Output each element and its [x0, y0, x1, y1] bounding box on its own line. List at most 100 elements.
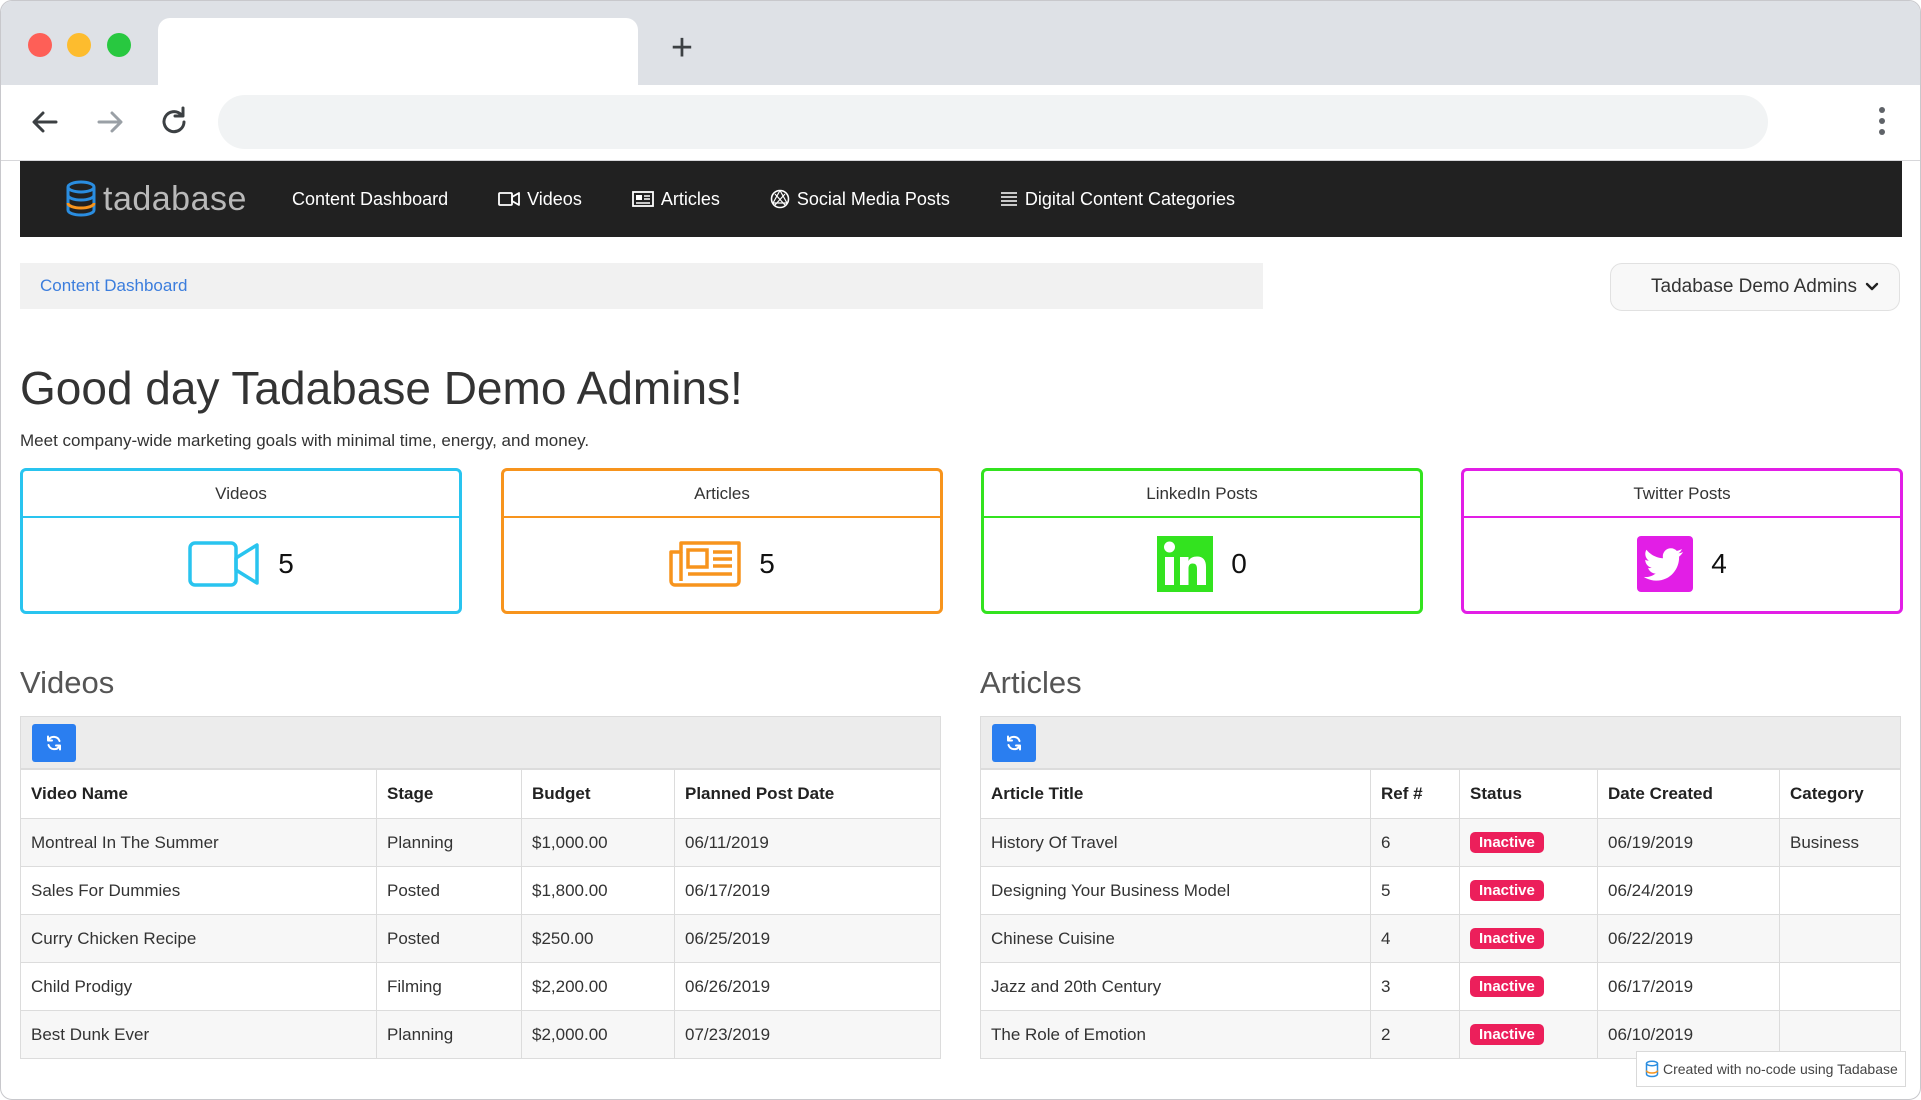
stat-card-count: 0 [1231, 548, 1247, 579]
user-menu-dropdown[interactable]: Tadabase Demo Admins [1610, 263, 1900, 311]
newspaper-icon [631, 191, 654, 207]
column-header[interactable]: Video Name [20, 769, 377, 819]
nav-item-label: Social Media Posts [796, 188, 950, 209]
table-row[interactable]: Best Dunk Ever Planning $2,000.00 07/23/… [20, 1010, 941, 1059]
linkedin-icon [1157, 536, 1214, 592]
nav-item-articles[interactable]: Articles [631, 189, 720, 210]
page-content: tadabase Content Dashboard Videos Articl… [1, 161, 1920, 1099]
forward-arrow-icon[interactable] [93, 105, 127, 139]
table-cell: Planning [376, 818, 522, 867]
column-header[interactable]: Stage [376, 769, 522, 819]
stat-card-linkedin-posts[interactable]: LinkedIn Posts 0 [981, 468, 1423, 614]
table-row[interactable]: History Of Travel 6 Inactive 06/19/2019 … [980, 818, 1901, 867]
video-icon [498, 192, 521, 206]
table-cell: Inactive [1459, 818, 1598, 867]
close-window-button[interactable] [28, 33, 52, 57]
column-header[interactable]: Planned Post Date [674, 769, 941, 819]
new-tab-button[interactable]: + [665, 29, 699, 67]
table-row[interactable]: Curry Chicken Recipe Posted $250.00 06/2… [20, 914, 941, 963]
active-tab[interactable] [158, 18, 638, 85]
column-header[interactable]: Ref # [1370, 769, 1460, 819]
articles-refresh-button[interactable] [992, 724, 1036, 762]
browser-menu-icon[interactable] [1878, 107, 1886, 137]
column-header[interactable]: Status [1459, 769, 1598, 819]
stat-card-videos[interactable]: Videos 5 [20, 468, 462, 614]
user-menu-label: Tadabase Demo Admins [1651, 276, 1857, 297]
table-cell: Inactive [1459, 1010, 1598, 1059]
table-cell: The Role of Emotion [980, 1010, 1371, 1059]
table-cell: 06/22/2019 [1597, 914, 1780, 963]
address-bar[interactable] [218, 95, 1768, 149]
stat-card-articles[interactable]: Articles 5 [501, 468, 943, 614]
stat-card-count: 5 [759, 548, 775, 579]
stat-card-count: 4 [1711, 548, 1727, 579]
database-logo-icon [1645, 1060, 1659, 1078]
table-cell: 2 [1370, 1010, 1460, 1059]
table-row[interactable]: Sales For Dummies Posted $1,800.00 06/17… [20, 866, 941, 915]
column-header[interactable]: Budget [521, 769, 675, 819]
table-cell [1779, 962, 1901, 1011]
nav-item-videos[interactable]: Videos [498, 189, 582, 210]
table-row[interactable]: Designing Your Business Model 5 Inactive… [980, 866, 1901, 915]
table-cell: 5 [1370, 866, 1460, 915]
table-row[interactable]: Montreal In The Summer Planning $1,000.0… [20, 818, 941, 867]
column-header[interactable]: Category [1779, 769, 1901, 819]
back-arrow-icon[interactable] [28, 105, 62, 139]
videos-refresh-button[interactable] [32, 724, 76, 762]
table-cell: History Of Travel [980, 818, 1371, 867]
video-camera-icon [188, 541, 259, 587]
reload-icon[interactable] [157, 105, 191, 139]
nav-item-content-dashboard[interactable]: Content Dashboard [292, 189, 448, 210]
table-row[interactable]: Child Prodigy Filming $2,200.00 06/26/20… [20, 962, 941, 1011]
page-subtitle: Meet company-wide marketing goals with m… [20, 431, 590, 450]
stat-card-body: 0 [984, 518, 1420, 610]
table-row[interactable]: Chinese Cuisine 4 Inactive 06/22/2019 [980, 914, 1901, 963]
status-badge: Inactive [1470, 1024, 1544, 1045]
table-row[interactable]: Jazz and 20th Century 3 Inactive 06/17/2… [980, 962, 1901, 1011]
articles-table: Article Title Ref # Status Date Created … [980, 769, 1901, 1059]
table-cell: Sales For Dummies [20, 866, 377, 915]
table-cell: 06/17/2019 [674, 866, 941, 915]
videos-section-title: Videos [20, 665, 115, 700]
list-icon [1000, 192, 1017, 206]
browser-toolbar [1, 85, 1920, 161]
table-cell: 6 [1370, 818, 1460, 867]
stat-card-title: Twitter Posts [1464, 471, 1900, 518]
table-cell [1779, 914, 1901, 963]
tab-strip: + [1, 1, 1920, 85]
nav-item-digital-content-categories[interactable]: Digital Content Categories [1000, 189, 1235, 210]
stat-card-body: 4 [1464, 518, 1900, 610]
column-header[interactable]: Article Title [980, 769, 1371, 819]
status-badge: Inactive [1470, 880, 1544, 901]
tadabase-footer-badge[interactable]: Created with no-code using Tadabase [1636, 1051, 1906, 1087]
minimize-window-button[interactable] [67, 33, 91, 57]
stat-card-title: Articles [504, 471, 940, 518]
articles-table-container: Article Title Ref # Status Date Created … [980, 716, 1901, 1059]
table-cell: $2,000.00 [521, 1010, 675, 1059]
stat-card-body: 5 [23, 518, 459, 610]
stat-card-twitter-posts[interactable]: Twitter Posts 4 [1461, 468, 1903, 614]
tadabase-logo[interactable]: tadabase [65, 180, 265, 219]
browser-window: + tadabase Content Dashboard Videos Arti… [0, 0, 1921, 1100]
table-cell: 06/17/2019 [1597, 962, 1780, 1011]
table-cell: Posted [376, 914, 522, 963]
status-badge: Inactive [1470, 832, 1544, 853]
maximize-window-button[interactable] [107, 33, 131, 57]
table-cell: $250.00 [521, 914, 675, 963]
table-cell: $2,200.00 [521, 962, 675, 1011]
breadcrumb: Content Dashboard [20, 263, 1263, 309]
nav-item-social-media-posts[interactable]: Social Media Posts [770, 189, 950, 210]
table-cell: Posted [376, 866, 522, 915]
articles-table-toolbar [980, 716, 1901, 769]
table-cell: 06/19/2019 [1597, 818, 1780, 867]
stat-card-body: 5 [504, 518, 940, 610]
table-cell: Jazz and 20th Century [980, 962, 1371, 1011]
table-cell: $1,800.00 [521, 866, 675, 915]
column-header[interactable]: Date Created [1597, 769, 1780, 819]
breadcrumb-link[interactable]: Content Dashboard [40, 276, 187, 296]
page-title: Good day Tadabase Demo Admins! [20, 362, 743, 414]
table-cell: Planning [376, 1010, 522, 1059]
videos-table-toolbar [20, 716, 941, 769]
videos-table: Video Name Stage Budget Planned Post Dat… [20, 769, 941, 1059]
table-cell: Inactive [1459, 914, 1598, 963]
